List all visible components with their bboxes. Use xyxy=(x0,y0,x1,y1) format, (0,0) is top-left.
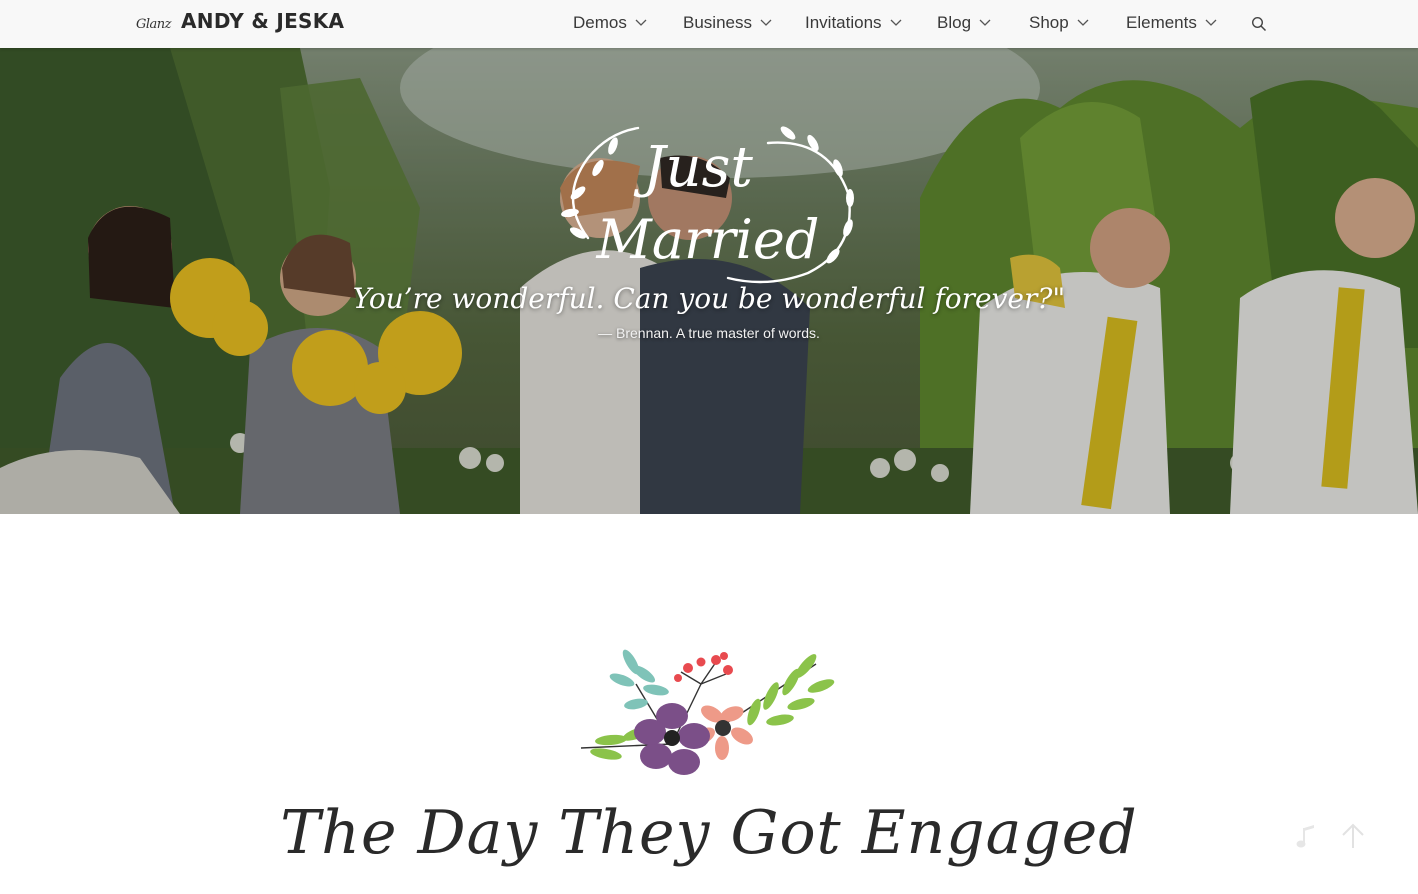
nav-item-elements[interactable]: Elements xyxy=(1126,12,1217,34)
hero-banner: Just Married You’re wonderful. Can you b… xyxy=(0,48,1418,514)
site-header: Glanz ANDY & JESKA Demos Business Invita… xyxy=(0,0,1418,48)
chevron-down-icon xyxy=(890,19,902,27)
search-icon[interactable] xyxy=(1251,16,1267,37)
arrow-up-icon[interactable] xyxy=(1340,822,1366,855)
nav-label: Invitations xyxy=(805,13,882,32)
badge-text-just: Just xyxy=(633,135,753,200)
badge-text-married: Married xyxy=(596,208,820,271)
chevron-down-icon xyxy=(1077,19,1089,27)
music-note-icon[interactable] xyxy=(1296,824,1318,855)
hero-attribution: — Brennan. A true master of words. xyxy=(598,325,820,341)
nav-label: Business xyxy=(683,13,752,32)
chevron-down-icon xyxy=(1205,19,1217,27)
chevron-down-icon xyxy=(979,19,991,27)
nav-label: Shop xyxy=(1029,13,1069,32)
nav-label: Demos xyxy=(573,13,627,32)
chevron-down-icon xyxy=(760,19,772,27)
nav-item-business[interactable]: Business xyxy=(683,12,772,34)
nav-item-demos[interactable]: Demos xyxy=(573,12,647,34)
main-nav: Demos Business Invitations Blog Shop Ele… xyxy=(0,0,1418,48)
hero-quote: You’re wonderful. Can you be wonderful f… xyxy=(352,282,1066,315)
just-married-badge: Just Married xyxy=(561,126,854,284)
nav-item-blog[interactable]: Blog xyxy=(937,12,991,34)
nav-label: Blog xyxy=(937,13,972,32)
nav-item-invitations[interactable]: Invitations xyxy=(805,12,902,34)
section-title: The Day They Got Engaged xyxy=(280,798,1138,868)
floral-ornament-icon xyxy=(580,649,835,775)
chevron-down-icon xyxy=(635,19,647,27)
nav-item-shop[interactable]: Shop xyxy=(1029,12,1089,34)
nav-label: Elements xyxy=(1126,13,1197,32)
